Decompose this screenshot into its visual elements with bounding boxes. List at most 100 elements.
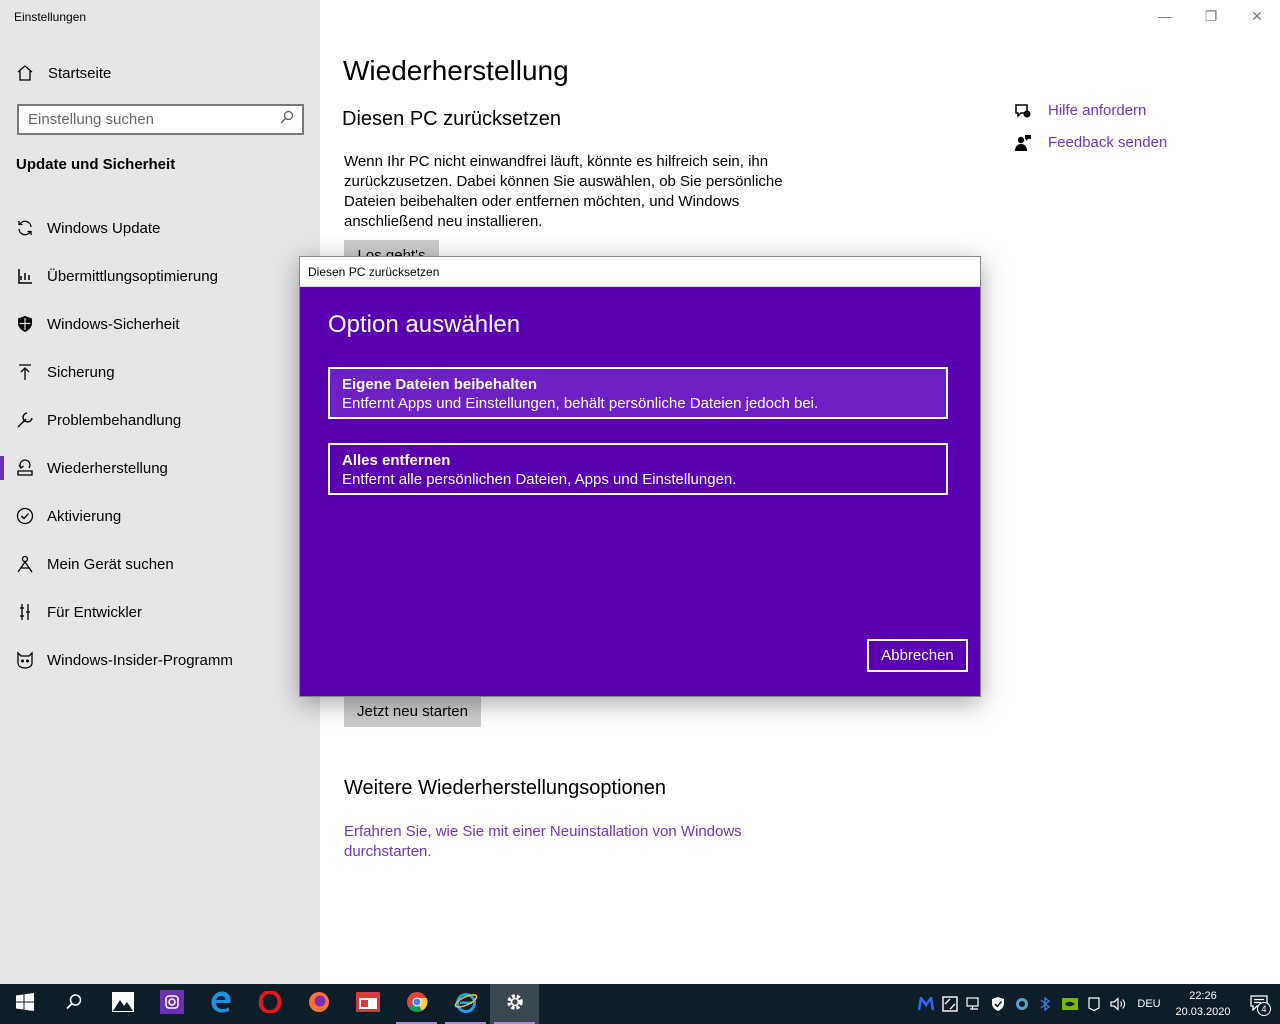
help-get-help[interactable]: Hilfe anfordern	[1014, 101, 1146, 121]
instagram-icon	[159, 989, 184, 1019]
home-icon	[16, 64, 36, 82]
wrench-icon	[16, 411, 34, 429]
vpn-tray-icon[interactable]	[1010, 997, 1034, 1011]
malwarebytes-icon[interactable]	[914, 997, 938, 1011]
sidebar-home-label: Startseite	[48, 64, 112, 82]
option-title: Alles entfernen	[342, 452, 451, 469]
find-device-icon	[16, 555, 34, 573]
edge-icon	[210, 991, 232, 1018]
volume-icon[interactable]	[1106, 997, 1130, 1011]
app-title: Einstellungen	[14, 10, 87, 24]
network-icon[interactable]	[962, 997, 986, 1011]
epic-games-icon[interactable]	[1082, 997, 1106, 1011]
sidebar-nav: Windows Update Übermittlungsoptimierung …	[0, 204, 320, 684]
search-input[interactable]	[28, 111, 280, 128]
section-title: Update und Sicherheit	[16, 156, 176, 173]
reset-dialog: Diesen PC zurücksetzen Option auswählen …	[299, 256, 981, 697]
option-title: Eigene Dateien beibehalten	[342, 376, 538, 393]
sidebar-item-label: Für Entwickler	[47, 603, 143, 621]
sidebar-item-label: Mein Gerät suchen	[47, 555, 174, 573]
sidebar-item-label: Windows-Sicherheit	[47, 315, 180, 333]
start-icon	[15, 992, 34, 1016]
sidebar-item-developers[interactable]: Für Entwickler	[0, 588, 320, 636]
close-button[interactable]: ✕	[1247, 8, 1267, 25]
language-indicator[interactable]: DEU	[1130, 998, 1168, 1010]
taskbar-chrome[interactable]	[392, 984, 441, 1024]
photos-icon	[111, 991, 134, 1017]
taskbar-photos[interactable]	[98, 984, 147, 1024]
get-help-link[interactable]: Hilfe anfordern	[1048, 101, 1146, 121]
clock-date: 20.03.2020	[1175, 1006, 1231, 1018]
restart-now-button[interactable]: Jetzt neu starten	[344, 696, 481, 727]
feedback-person-icon	[1014, 134, 1034, 152]
sidebar-item-label: Sicherung	[47, 363, 115, 381]
taskbar-internet-explorer[interactable]	[441, 984, 490, 1024]
sidebar-home[interactable]: Startseite	[16, 62, 111, 84]
news-icon	[355, 991, 380, 1017]
sidebar-item-troubleshoot[interactable]: Problembehandlung	[0, 396, 320, 444]
sidebar-item-label: Windows Update	[47, 219, 161, 237]
sidebar-item-backup[interactable]: Sicherung	[0, 348, 320, 396]
settings-gear-icon	[505, 992, 525, 1017]
send-feedback-link[interactable]: Feedback senden	[1048, 133, 1167, 153]
keep-files-option[interactable]: Eigene Dateien beibehalten Entfernt Apps…	[328, 367, 948, 419]
taskbar-search-button[interactable]	[49, 984, 98, 1024]
sidebar-item-recovery[interactable]: Wiederherstellung	[0, 444, 320, 492]
action-center-button[interactable]: 4	[1238, 994, 1280, 1016]
backup-arrow-icon	[16, 363, 34, 381]
minimize-button[interactable]: —	[1155, 8, 1175, 24]
system-tray: DEU 22:26 20.03.2020 4	[914, 984, 1280, 1024]
taskbar: DEU 22:26 20.03.2020 4	[0, 984, 1280, 1024]
nvidia-icon[interactable]	[1058, 998, 1082, 1010]
delivery-optimization-icon	[16, 267, 34, 285]
chrome-icon	[406, 991, 428, 1018]
clock[interactable]: 22:26 20.03.2020	[1168, 988, 1238, 1020]
notification-count-badge: 4	[1257, 1001, 1271, 1016]
shield-icon	[16, 315, 34, 333]
sidebar-item-activation[interactable]: Aktivierung	[0, 492, 320, 540]
taskbar-firefox[interactable]	[294, 984, 343, 1024]
taskbar-news[interactable]	[343, 984, 392, 1024]
help-chat-icon	[1014, 102, 1034, 120]
settings-search[interactable]	[17, 104, 304, 135]
remove-everything-option[interactable]: Alles entfernen Entfernt alle persönlich…	[328, 443, 948, 495]
cancel-button[interactable]: Abbrechen	[867, 639, 968, 672]
taskbar-instagram[interactable]	[147, 984, 196, 1024]
firefox-icon	[308, 991, 330, 1018]
option-description: Entfernt alle persönlichen Dateien, Apps…	[342, 471, 737, 488]
security-tray-icon[interactable]	[986, 996, 1010, 1012]
more-options-heading: Weitere Wiederherstellungsoptionen	[344, 777, 667, 799]
app-tray-icon[interactable]	[938, 996, 962, 1012]
page-title: Wiederherstellung	[343, 55, 569, 86]
sidebar-item-windows-security[interactable]: Windows-Sicherheit	[0, 300, 320, 348]
search-icon[interactable]	[280, 110, 294, 129]
help-feedback[interactable]: Feedback senden	[1014, 133, 1167, 153]
taskbar-opera[interactable]	[245, 984, 294, 1024]
sidebar-item-find-device[interactable]: Mein Gerät suchen	[0, 540, 320, 588]
restore-button[interactable]: ❐	[1201, 8, 1221, 25]
sidebar: Einstellungen Startseite Update und Sich…	[0, 0, 320, 984]
taskbar-settings[interactable]	[490, 984, 539, 1024]
sidebar-item-windows-update[interactable]: Windows Update	[0, 204, 320, 252]
clock-time: 22:26	[1189, 990, 1217, 1002]
opera-icon	[258, 989, 281, 1018]
check-circle-icon	[16, 507, 34, 525]
sidebar-item-insider[interactable]: Windows-Insider-Programm	[0, 636, 320, 684]
start-button[interactable]	[0, 984, 49, 1024]
insider-cat-icon	[16, 651, 34, 669]
sidebar-item-delivery-optimization[interactable]: Übermittlungsoptimierung	[0, 252, 320, 300]
sidebar-item-label: Problembehandlung	[47, 411, 182, 429]
developer-icon	[16, 603, 34, 621]
recovery-icon	[16, 459, 34, 477]
sidebar-item-label: Übermittlungsoptimierung	[47, 267, 218, 285]
settings-window: Einstellungen Startseite Update und Sich…	[0, 0, 1280, 984]
dialog-titlebar: Diesen PC zurücksetzen	[300, 257, 980, 287]
reset-heading: Diesen PC zurücksetzen	[342, 108, 561, 130]
bluetooth-tray-icon[interactable]	[1034, 997, 1058, 1011]
sidebar-item-label: Windows-Insider-Programm	[47, 651, 233, 669]
sidebar-item-label: Wiederherstellung	[47, 459, 168, 477]
fresh-start-link[interactable]: Erfahren Sie, wie Sie mit einer Neuinsta…	[344, 822, 754, 862]
taskbar-edge[interactable]	[196, 984, 245, 1024]
sidebar-item-label: Aktivierung	[47, 507, 122, 525]
dialog-heading: Option auswählen	[328, 311, 521, 338]
